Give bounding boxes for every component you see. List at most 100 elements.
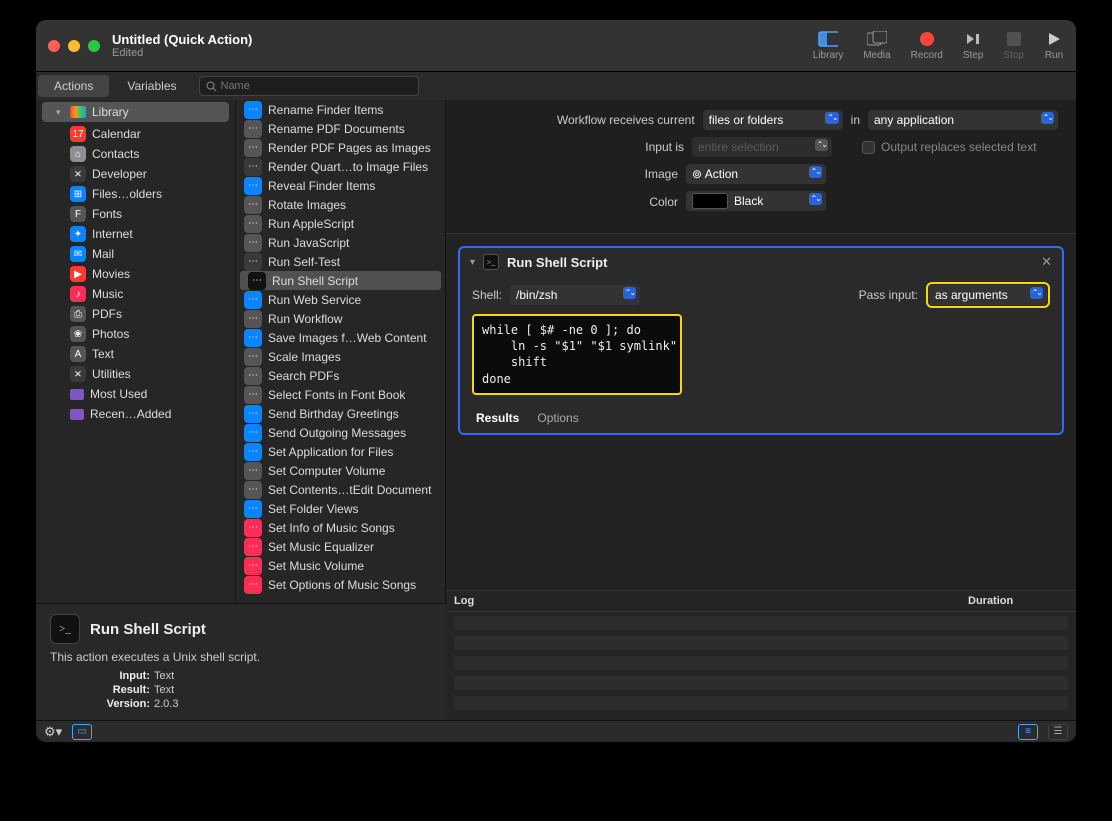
library-item[interactable]: ▶Movies bbox=[36, 264, 235, 284]
library-item[interactable]: ⨯ Utilities bbox=[36, 364, 235, 384]
action-item[interactable]: ⋯Run Self-Test bbox=[236, 252, 445, 271]
smart-most-used[interactable]: Most Used bbox=[36, 384, 235, 404]
search-box[interactable] bbox=[199, 76, 419, 96]
tab-options[interactable]: Options bbox=[537, 411, 578, 425]
library-icon bbox=[70, 106, 86, 118]
action-label: Run Web Service bbox=[268, 293, 361, 307]
window-controls bbox=[48, 40, 100, 52]
minimize-button[interactable] bbox=[68, 40, 80, 52]
image-select[interactable]: ⊚ Action bbox=[686, 164, 826, 184]
kv-val: Text bbox=[154, 684, 174, 696]
actions-list[interactable]: ⋯Rename Finder Items⋯Rename PDF Document… bbox=[236, 100, 446, 603]
library-item[interactable]: ⎙PDFs bbox=[36, 304, 235, 324]
action-item[interactable]: ⋯Render PDF Pages as Images bbox=[236, 138, 445, 157]
action-item[interactable]: ⋯Set Info of Music Songs bbox=[236, 518, 445, 537]
library-tree[interactable]: ▾ Library 17Calendar⌂Contacts⨯Developer⊞… bbox=[36, 100, 236, 603]
action-icon: ⋯ bbox=[244, 538, 262, 556]
action-item[interactable]: ⋯Set Music Equalizer bbox=[236, 537, 445, 556]
action-item[interactable]: ⋯Rotate Images bbox=[236, 195, 445, 214]
action-item[interactable]: ⋯Reveal Finder Items bbox=[236, 176, 445, 195]
kv-val: Text bbox=[154, 670, 174, 682]
checkbox-icon bbox=[862, 141, 875, 154]
list-view-button[interactable]: ≡ bbox=[1018, 724, 1038, 740]
action-item[interactable]: ⋯Send Birthday Greetings bbox=[236, 404, 445, 423]
library-item[interactable]: FFonts bbox=[36, 204, 235, 224]
list-item-label: Fonts bbox=[92, 207, 122, 221]
action-item[interactable]: ⋯Set Contents…tEdit Document bbox=[236, 480, 445, 499]
in-app-select[interactable]: any application bbox=[868, 110, 1058, 130]
tab-results[interactable]: Results bbox=[476, 411, 519, 425]
media-button[interactable]: Media bbox=[863, 30, 890, 61]
library-item[interactable]: 17Calendar bbox=[36, 124, 235, 144]
smart-recently-added[interactable]: Recen…Added bbox=[36, 404, 235, 424]
library-root[interactable]: ▾ Library bbox=[42, 102, 229, 122]
action-item[interactable]: ⋯Send Outgoing Messages bbox=[236, 423, 445, 442]
category-icon: ❀ bbox=[70, 326, 86, 342]
chevron-down-icon[interactable]: ▾ bbox=[470, 257, 475, 268]
action-item[interactable]: ⋯Rename PDF Documents bbox=[236, 119, 445, 138]
desc-text: This action executes a Unix shell script… bbox=[50, 650, 432, 664]
search-input[interactable] bbox=[221, 80, 412, 92]
action-item[interactable]: ⋯Set Application for Files bbox=[236, 442, 445, 461]
workflow-view-button[interactable]: ▭ bbox=[72, 724, 92, 740]
run-button[interactable]: Run bbox=[1044, 30, 1064, 61]
workflow-canvas[interactable]: ▾ >_ Run Shell Script ✕ Shell: /bin/zsh … bbox=[446, 234, 1076, 590]
action-item[interactable]: ⋯Run Workflow bbox=[236, 309, 445, 328]
log-col-duration[interactable]: Duration bbox=[968, 595, 1068, 607]
color-select[interactable]: Black bbox=[686, 191, 826, 211]
library-button[interactable]: Library bbox=[813, 30, 844, 61]
receives-select[interactable]: files or folders bbox=[703, 110, 843, 130]
action-item[interactable]: ⋯Select Fonts in Font Book bbox=[236, 385, 445, 404]
step-label: Step bbox=[963, 50, 984, 61]
zoom-button[interactable] bbox=[88, 40, 100, 52]
action-item[interactable]: ⋯Set Folder Views bbox=[236, 499, 445, 518]
action-icon: ⋯ bbox=[244, 348, 262, 366]
tab-variables[interactable]: Variables bbox=[111, 75, 192, 97]
color-value: Black bbox=[734, 194, 763, 208]
action-item[interactable]: ⋯Run JavaScript bbox=[236, 233, 445, 252]
log-col-log[interactable]: Log bbox=[454, 595, 968, 607]
in-label: in bbox=[851, 113, 860, 127]
close-icon[interactable]: ✕ bbox=[1041, 254, 1052, 270]
category-icon: ♪ bbox=[70, 286, 86, 302]
log-row bbox=[454, 696, 1068, 710]
action-item[interactable]: ⋯Render Quart…to Image Files bbox=[236, 157, 445, 176]
script-textarea[interactable]: while [ $# -ne 0 ]; do ln -s "$1" "$1 sy… bbox=[472, 314, 682, 395]
action-item[interactable]: ⋯Scale Images bbox=[236, 347, 445, 366]
library-item[interactable]: ⊞Files…olders bbox=[36, 184, 235, 204]
shell-select[interactable]: /bin/zsh bbox=[510, 285, 640, 305]
library-item[interactable]: ⨯Developer bbox=[36, 164, 235, 184]
action-item[interactable]: ⋯Set Options of Music Songs bbox=[236, 575, 445, 594]
library-item[interactable]: AText bbox=[36, 344, 235, 364]
category-icon: ⨯ bbox=[70, 366, 86, 382]
action-item[interactable]: ⋯Run AppleScript bbox=[236, 214, 445, 233]
list-item-label: Music bbox=[92, 287, 123, 301]
library-item[interactable]: ♪ Music bbox=[36, 284, 235, 304]
chevron-down-icon: ▾ bbox=[56, 107, 64, 118]
action-item[interactable]: ⋯Rename Finder Items bbox=[236, 100, 445, 119]
library-item[interactable]: ⌂Contacts bbox=[36, 144, 235, 164]
tab-actions[interactable]: Actions bbox=[38, 75, 109, 97]
pass-input-select[interactable]: as arguments bbox=[929, 285, 1047, 305]
action-item[interactable]: ⋯Save Images f…Web Content bbox=[236, 328, 445, 347]
step-button[interactable]: Step bbox=[963, 30, 984, 61]
library-item[interactable]: ✉Mail bbox=[36, 244, 235, 264]
step-run-shell-script[interactable]: ▾ >_ Run Shell Script ✕ Shell: /bin/zsh … bbox=[458, 246, 1064, 435]
action-item[interactable]: ⋯Set Music Volume bbox=[236, 556, 445, 575]
stop-button[interactable]: Stop bbox=[1003, 30, 1024, 61]
library-item[interactable]: ❀Photos bbox=[36, 324, 235, 344]
action-item[interactable]: ⋯Run Shell Script bbox=[240, 271, 441, 290]
output-replaces-checkbox: Output replaces selected text bbox=[862, 140, 1058, 154]
library-item[interactable]: ✦Internet bbox=[36, 224, 235, 244]
record-button[interactable]: Record bbox=[911, 30, 943, 61]
step-header[interactable]: ▾ >_ Run Shell Script ✕ bbox=[460, 248, 1062, 276]
flow-view-button[interactable]: ☰ bbox=[1048, 724, 1068, 740]
action-item[interactable]: ⋯Search PDFs bbox=[236, 366, 445, 385]
gear-icon[interactable]: ⚙︎▾ bbox=[44, 724, 62, 740]
action-label: Render Quart…to Image Files bbox=[268, 160, 428, 174]
close-button[interactable] bbox=[48, 40, 60, 52]
list-item-label: Utilities bbox=[92, 367, 131, 381]
action-item[interactable]: ⋯Set Computer Volume bbox=[236, 461, 445, 480]
action-item[interactable]: ⋯Run Web Service bbox=[236, 290, 445, 309]
footer-bar: ⚙︎▾ ▭ ≡ ☰ bbox=[36, 720, 1076, 742]
